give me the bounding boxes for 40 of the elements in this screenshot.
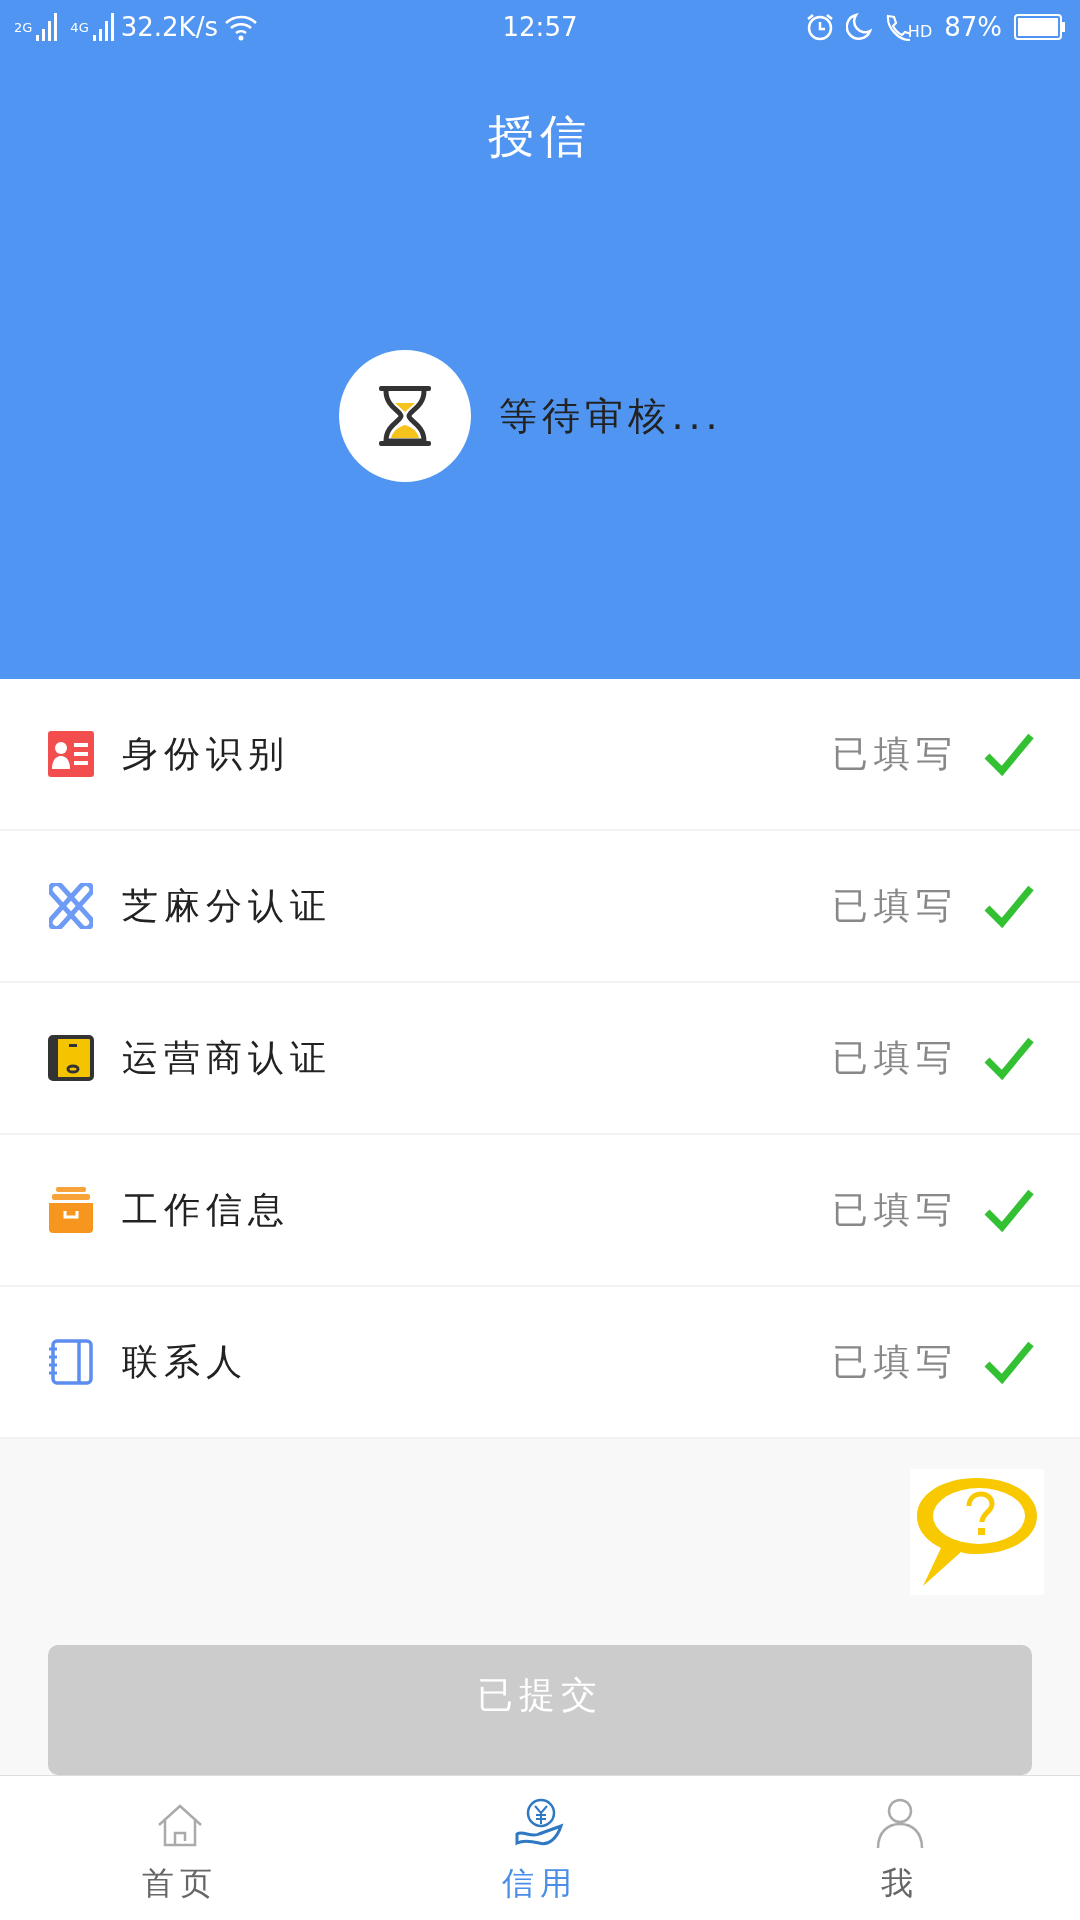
archive-box-icon [48,1187,94,1234]
network-speed: 32.2K/s [120,12,218,42]
item-label: 工作信息 [122,1187,291,1232]
clock-time: 12:57 [502,12,578,42]
id-card-icon [48,731,94,778]
auth-item[interactable]: 运营商认证 已填写 [0,983,1080,1136]
hd-label: HD [907,22,933,41]
nav-tab[interactable]: 首页 [0,1776,360,1920]
battery-icon [1014,14,1066,40]
nav-tab[interactable]: 我 [720,1776,1080,1920]
coin-hand-icon [515,1798,565,1848]
page-title: 授信 [488,108,592,165]
item-status: 已填写 [832,883,958,928]
item-label: 运营商认证 [122,1035,333,1080]
network-type: 2G [14,20,33,35]
item-label: 芝麻分认证 [122,883,333,928]
item-status: 已填写 [832,1187,958,1232]
battery-level: 87% [944,12,1002,42]
signal-icon [36,13,59,41]
auth-item[interactable]: 身份识别 已填写 [0,679,1080,832]
alarm-icon [805,13,834,41]
auth-item[interactable]: 联系人 已填写 [0,1287,1080,1440]
hourglass-icon [377,385,434,447]
home-icon [156,1804,204,1848]
phone-icon [48,1035,94,1082]
link-icon [49,883,93,930]
item-status: 已填写 [832,1339,958,1384]
item-status: 已填写 [832,1035,958,1080]
item-label: 联系人 [122,1339,249,1384]
auth-item[interactable]: 工作信息 已填写 [0,1135,1080,1288]
moon-icon [845,13,872,41]
item-label: 身份识别 [122,731,291,776]
item-status: 已填写 [832,731,958,776]
network-type: 4G [70,20,89,35]
signal-icon [92,13,115,41]
wifi-icon [223,13,258,41]
notebook-icon [48,1339,94,1386]
review-status: 等待审核... [499,392,723,440]
person-icon [876,1798,924,1848]
auth-item[interactable]: 芝麻分认证 已填写 [0,831,1080,984]
